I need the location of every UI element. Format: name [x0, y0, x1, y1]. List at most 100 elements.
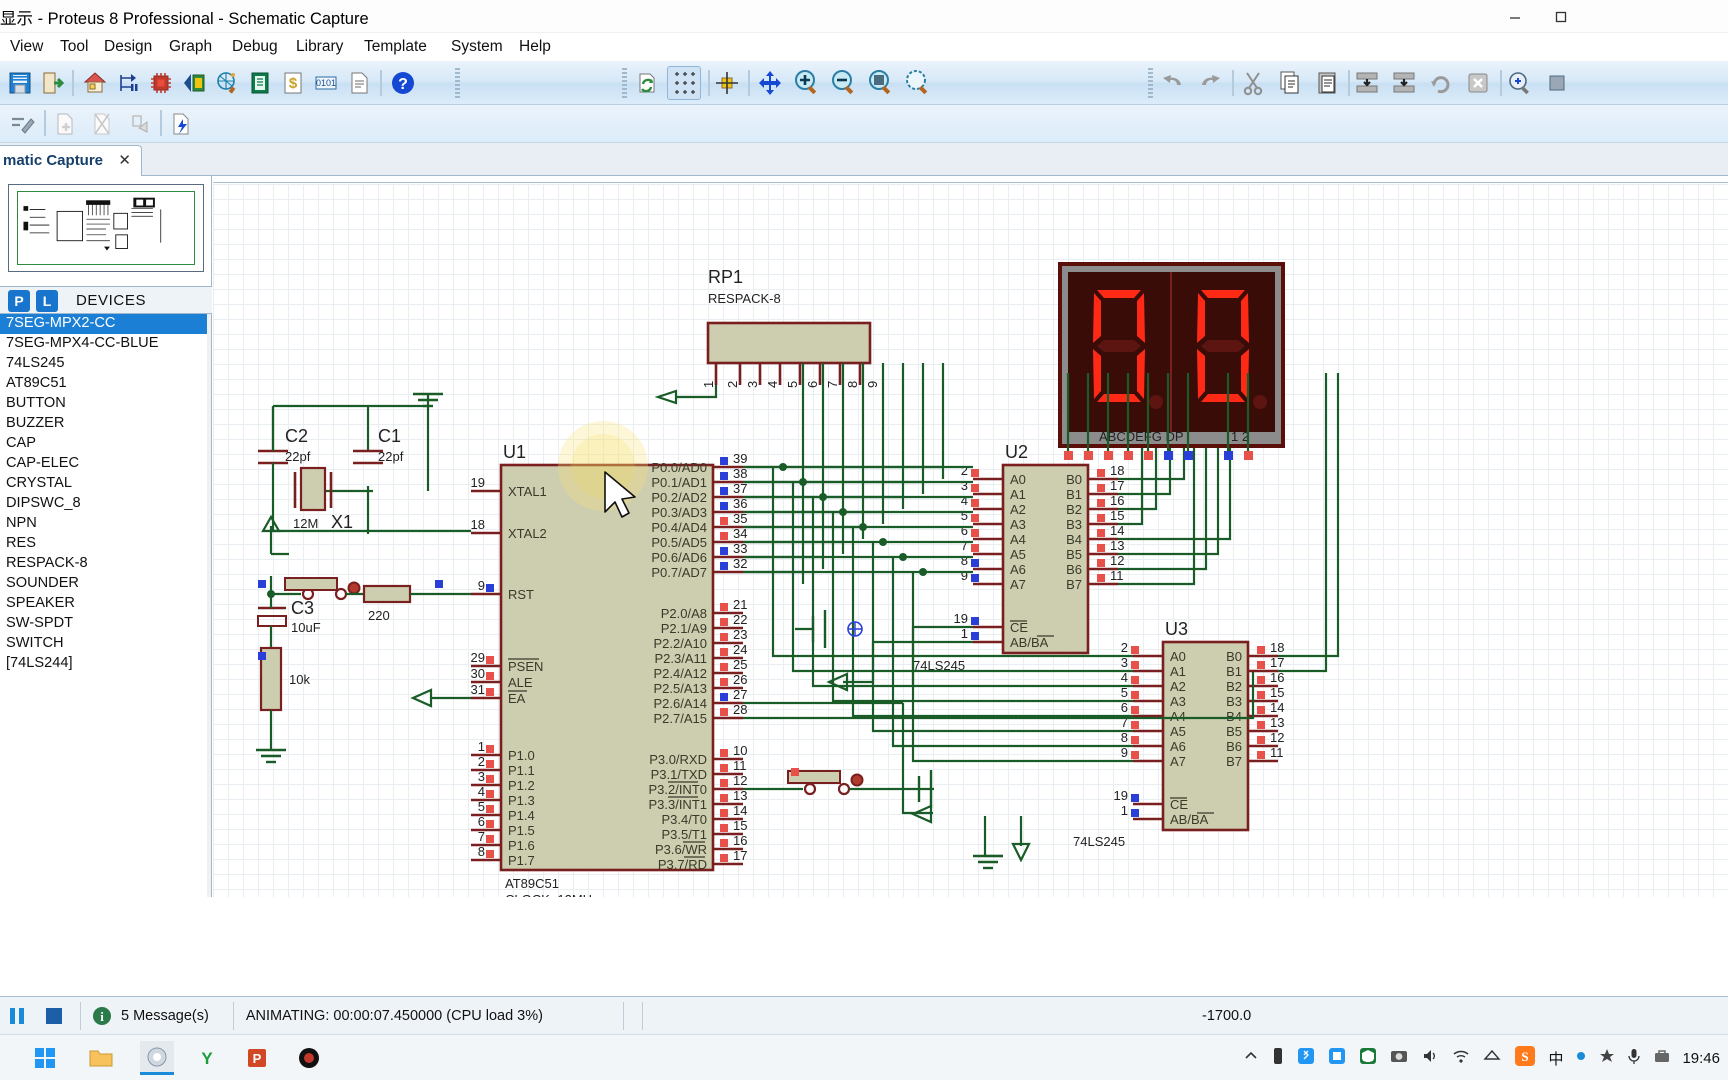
save-icon[interactable]	[5, 68, 35, 98]
make-device-icon[interactable]	[1542, 68, 1572, 98]
menu-system[interactable]: System	[447, 37, 507, 57]
device-list-item[interactable]: RES	[0, 534, 211, 554]
copy-icon[interactable]	[1275, 68, 1305, 98]
devices-scrollbar[interactable]	[207, 314, 211, 897]
toggle-grid-icon[interactable]	[667, 66, 701, 100]
device-list-item[interactable]: 7SEG-MPX4-CC-BLUE	[0, 334, 211, 354]
ime-dot-icon[interactable]	[1574, 1049, 1588, 1068]
pcb-layout-icon[interactable]	[146, 68, 176, 98]
source-code-icon[interactable]: 0101	[311, 68, 341, 98]
undo-icon[interactable]	[1158, 68, 1188, 98]
bill-of-materials-icon[interactable]	[245, 68, 275, 98]
device-list-item[interactable]: CAP	[0, 434, 211, 454]
taskbar-clock[interactable]: 19:46	[1682, 1050, 1720, 1067]
network-icon[interactable]	[1482, 1046, 1502, 1071]
device-list-item[interactable]: DIPSWC_8	[0, 494, 211, 514]
remove-sheet-icon[interactable]	[87, 109, 117, 139]
device-list-item[interactable]: NPN	[0, 514, 211, 534]
microphone-icon[interactable]	[1626, 1047, 1642, 1070]
device-list-item[interactable]: SPEAKER	[0, 594, 211, 614]
file-explorer-icon[interactable]	[84, 1041, 118, 1075]
svg-text:12: 12	[733, 773, 747, 788]
menu-view[interactable]: View	[6, 37, 47, 57]
menu-tool[interactable]: Tool	[56, 37, 92, 57]
powerpoint-icon[interactable]: P	[240, 1041, 274, 1075]
close-icon[interactable]: ✕	[118, 151, 131, 169]
schematic-capture-icon[interactable]	[113, 68, 143, 98]
chevron-up-icon[interactable]	[1242, 1047, 1260, 1070]
pan-icon[interactable]	[755, 68, 785, 98]
device-list-item[interactable]: BUZZER	[0, 414, 211, 434]
redo-icon[interactable]	[1195, 68, 1225, 98]
new-sheet-icon[interactable]	[50, 109, 80, 139]
origin-icon[interactable]	[712, 68, 742, 98]
block-delete-icon[interactable]	[1463, 68, 1493, 98]
ime-shape-icon[interactable]	[1599, 1048, 1615, 1069]
device-list-item[interactable]: AT89C51	[0, 374, 211, 394]
devices-list[interactable]: 7SEG-MPX2-CC 7SEG-MPX4-CC-BLUE 74LS245 AT89…	[0, 314, 211, 897]
volume-icon[interactable]	[1420, 1046, 1440, 1071]
screenshot-icon[interactable]	[1389, 1046, 1409, 1071]
block-copy-icon[interactable]	[1352, 68, 1382, 98]
menu-design[interactable]: Design	[100, 37, 156, 57]
device-list-item[interactable]: RESPACK-8	[0, 554, 211, 574]
maximize-button[interactable]	[1538, 0, 1584, 33]
wire-autorouter-icon[interactable]	[8, 109, 38, 139]
kaspersky-icon[interactable]	[1358, 1046, 1378, 1071]
toolbox-icon[interactable]	[1653, 1047, 1671, 1070]
battery-icon[interactable]	[1271, 1046, 1285, 1071]
paste-icon[interactable]	[1312, 68, 1342, 98]
device-list-item[interactable]: BUTTON	[0, 394, 211, 414]
pause-button[interactable]	[0, 1005, 34, 1027]
message-count[interactable]: 5 Message(s)	[121, 1008, 209, 1024]
stop-button[interactable]	[34, 1005, 74, 1027]
wifi-icon[interactable]	[1451, 1046, 1471, 1071]
svg-text:3: 3	[478, 769, 485, 784]
zoom-area-icon[interactable]	[903, 68, 933, 98]
billing-icon[interactable]: $	[278, 68, 308, 98]
report-icon[interactable]	[344, 68, 374, 98]
device-list-item[interactable]: [74LS244]	[0, 654, 211, 674]
sogou-ime-icon[interactable]: S	[1513, 1044, 1537, 1073]
device-list-item[interactable]: CRYSTAL	[0, 474, 211, 494]
zoom-in-icon[interactable]	[792, 68, 822, 98]
store-icon[interactable]	[1327, 1046, 1347, 1071]
menu-library[interactable]: Library	[292, 37, 347, 57]
property-assignment-icon[interactable]	[166, 109, 196, 139]
overview-preview[interactable]	[8, 184, 204, 272]
block-rotate-icon[interactable]	[1426, 68, 1456, 98]
library-mode-button[interactable]: L	[36, 290, 58, 312]
keil-icon[interactable]: Y	[190, 1041, 224, 1075]
block-move-icon[interactable]	[1389, 68, 1419, 98]
pick-mode-button[interactable]: P	[8, 290, 30, 312]
windows-start-icon[interactable]	[28, 1041, 62, 1075]
schematic-canvas[interactable]: .body { fill:#cdcdb0; stroke:#7a1f1f; st…	[213, 176, 1728, 897]
device-list-item[interactable]: SW-SPDT	[0, 614, 211, 634]
menu-help[interactable]: Help	[515, 37, 555, 57]
pick-device-icon[interactable]	[1505, 68, 1535, 98]
menu-debug[interactable]: Debug	[228, 37, 282, 57]
design-explorer-icon[interactable]	[212, 68, 242, 98]
zoom-fit-icon[interactable]	[866, 68, 896, 98]
help-icon[interactable]: ?	[388, 68, 418, 98]
device-list-item[interactable]: SWITCH	[0, 634, 211, 654]
device-list-item[interactable]: SOUNDER	[0, 574, 211, 594]
exit-icon[interactable]	[38, 68, 68, 98]
ime-language-label[interactable]: 中	[1548, 1048, 1563, 1069]
device-list-item[interactable]: 7SEG-MPX2-CC	[0, 314, 211, 334]
recorder-icon[interactable]	[292, 1041, 326, 1075]
menu-graph[interactable]: Graph	[165, 37, 216, 57]
3d-viewer-icon[interactable]	[179, 68, 209, 98]
zoom-sheet-icon[interactable]	[124, 109, 154, 139]
cut-icon[interactable]	[1238, 68, 1268, 98]
zoom-out-icon[interactable]	[829, 68, 859, 98]
tab-schematic-capture[interactable]: matic Capture ✕	[0, 145, 142, 176]
bluetooth-icon[interactable]	[1296, 1046, 1316, 1071]
device-list-item[interactable]: CAP-ELEC	[0, 454, 211, 474]
device-list-item[interactable]: 74LS245	[0, 354, 211, 374]
home-icon[interactable]	[80, 68, 110, 98]
menu-template[interactable]: Template	[360, 37, 431, 57]
refresh-icon[interactable]	[632, 68, 662, 98]
minimize-button[interactable]	[1492, 0, 1538, 33]
proteus-icon[interactable]	[140, 1041, 174, 1075]
